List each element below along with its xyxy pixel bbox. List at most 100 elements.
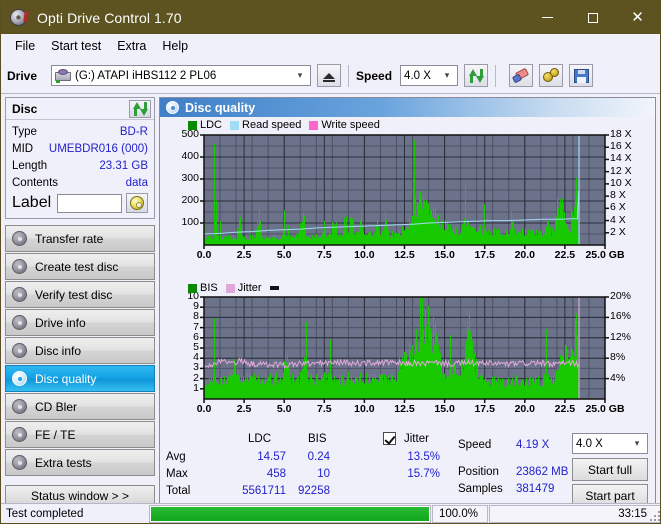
test-speed-value: 4.0 X [576,438,603,450]
y2-axis-tick: 2 X [610,226,626,238]
save-button[interactable] [569,64,593,87]
y-axis-tick: 100 [160,216,199,228]
speed-select[interactable]: 4.0 X ▾ [400,65,458,86]
y-axis-tick: 6 [160,331,199,343]
sidebar-item-extra-tests[interactable]: Extra tests [5,449,155,476]
speed-stat-label: Speed [458,439,491,451]
eject-button[interactable] [317,64,341,87]
x-axis-tick: 17.5 [465,249,505,261]
sidebar-item-disc-quality[interactable]: Disc quality [5,365,155,392]
y2-axis-tick: 18 X [610,128,632,140]
y2-axis-tick: 4% [610,372,625,384]
disc-label-button[interactable] [126,193,148,213]
sidebar-item-transfer-rate[interactable]: Transfer rate [5,225,155,252]
y-axis-tick: 7 [160,321,199,333]
bis-total-value: 92258 [288,485,330,497]
menu-item-start-test[interactable]: Start test [45,37,111,55]
legend-label-read-speed: Read speed [242,119,301,131]
disc-row-length-key: Length [12,160,47,172]
bis-max-value: 10 [294,468,330,480]
menu-item-help[interactable]: Help [156,37,198,55]
close-button[interactable]: ✕ [615,1,660,34]
ldc-chart: LDC Read speed Write speed 1002003004005… [160,117,655,281]
sidebar-item-label: Verify test disc [35,288,112,302]
refresh-icon [469,69,484,83]
erase-button[interactable] [509,64,533,87]
menu-bar: File Start test Extra Help [1,34,660,58]
disc-row-length: Length 23.31 GB [12,157,148,174]
stats-row-avg: Avg [166,451,186,463]
window-controls: ✕ [525,1,660,34]
sidebar-item-fe-te[interactable]: FE / TE [5,421,155,448]
refresh-icon [133,102,148,116]
disc-groupbox-header: Disc [6,98,154,120]
stats-col-ldc: LDC [248,433,271,445]
y2-axis-tick: 8% [610,351,625,363]
settings-button[interactable] [539,64,563,87]
bis-chart: BIS Jitter 123456789104%8%12%16%20%0.02.… [160,281,655,429]
x-axis-tick: 7.5 [304,249,344,261]
x-axis-tick: 2.5 [224,249,264,261]
legend-swatch-write-speed [309,121,318,130]
samples-stat-label: Samples [458,483,503,495]
sidebar-item-cd-bler[interactable]: CD Bler [5,393,155,420]
x-axis-tick: 2.5 [224,403,264,415]
legend-swatch-marker [270,286,279,290]
progress-bar [151,507,429,521]
ldc-total-value: 5561711 [222,485,286,497]
ldc-avg-value: 14.57 [238,451,286,463]
cd-icon [130,196,144,210]
sidebar-item-label: Drive info [35,316,86,330]
y-axis-tick: 8 [160,310,199,322]
sidebar-item-label: FE / TE [35,428,75,442]
window-title: Opti Drive Control 1.70 [37,10,182,26]
y-axis-tick: 200 [160,194,199,206]
disc-row-contents: Contents data [12,174,148,191]
x-axis-tick: 7.5 [304,403,344,415]
maximize-button[interactable] [570,1,615,34]
nav-list: Transfer rate Create test disc Verify te… [5,225,155,476]
y2-axis-tick: 8 X [610,189,626,201]
eject-icon [323,73,335,79]
x-axis-tick: 20.0 [505,403,545,415]
menu-item-extra[interactable]: Extra [111,37,156,55]
disc-icon [12,231,27,246]
legend-swatch-ldc [188,121,197,130]
optical-drive-icon [55,69,71,83]
chevron-down-icon: ▾ [292,70,308,81]
jitter-checkbox[interactable] [383,432,396,445]
refresh-button[interactable] [464,64,488,87]
drive-select[interactable]: (G:) ATAPI iHBS112 2 PL06 ▾ [51,65,311,86]
app-disc-icon [9,8,29,28]
disc-label-row: Label [12,193,148,213]
resize-grip-icon[interactable] [648,509,660,521]
stats-row-total: Total [166,485,190,497]
samples-stat-value: 381479 [516,483,554,495]
test-speed-select[interactable]: 4.0 X ▾ [572,433,648,454]
disc-row-type-key: Type [12,126,37,138]
legend-label-bis: BIS [200,282,218,294]
x-axis-tick: 10.0 [344,403,384,415]
disc-row-contents-key: Contents [12,177,58,189]
disc-row-mid-value: UMEBDR016 (000) [49,143,148,155]
menu-item-file[interactable]: File [9,37,45,55]
sidebar-item-disc-info[interactable]: Disc info [5,337,155,364]
y-axis-tick: 3 [160,361,199,373]
sidebar-item-drive-info[interactable]: Drive info [5,309,155,336]
sidebar-item-verify-test-disc[interactable]: Verify test disc [5,281,155,308]
y-axis-tick: 5 [160,341,199,353]
disc-refresh-button[interactable] [129,100,151,118]
y2-axis-tick: 16 X [610,140,632,152]
legend-swatch-bis [188,284,197,293]
gear-icon [543,68,559,83]
ldc-max-value: 458 [238,468,286,480]
x-axis-tick: 17.5 [465,403,505,415]
save-icon [574,69,589,83]
disc-row-type: Type BD-R [12,123,148,140]
disc-icon [166,101,179,114]
sidebar-item-create-test-disc[interactable]: Create test disc [5,253,155,280]
disc-row-contents-value: data [126,177,148,189]
start-full-button[interactable]: Start full [572,458,648,481]
disc-label-input[interactable] [57,194,122,213]
minimize-button[interactable] [525,1,570,34]
